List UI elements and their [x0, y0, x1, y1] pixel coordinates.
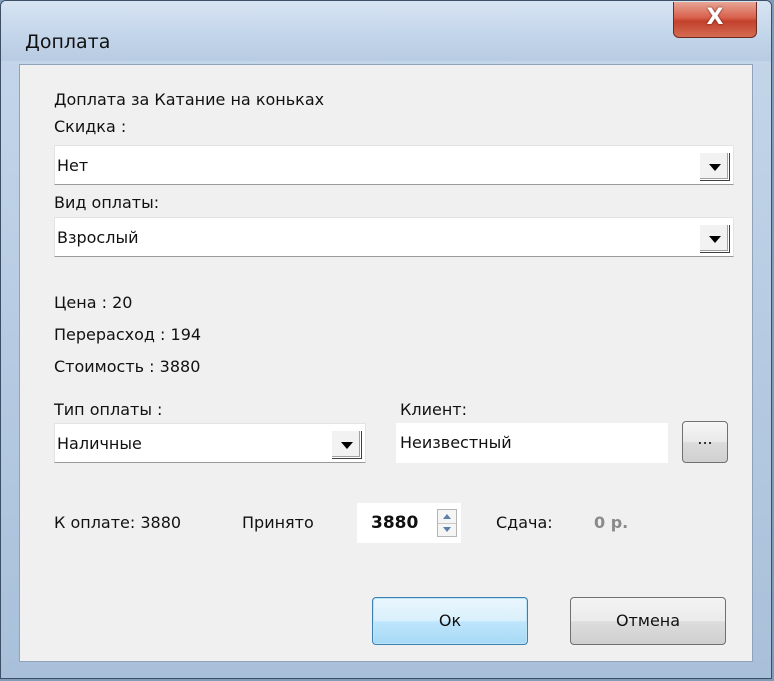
close-icon: X	[706, 5, 724, 30]
title-bar[interactable]: Доплата X	[1, 1, 771, 61]
payment-type-dropdown-button[interactable]	[331, 430, 361, 458]
change-label: Сдача:	[496, 513, 553, 532]
spin-down-button[interactable]	[438, 523, 456, 536]
change-value: 0 р.	[594, 513, 629, 532]
discount-dropdown-button[interactable]	[699, 152, 729, 180]
client-field[interactable]: Неизвестный	[396, 423, 668, 463]
payment-kind-select[interactable]: Взрослый	[54, 217, 734, 257]
payment-type-select[interactable]: Наличные	[54, 423, 366, 463]
window-title: Доплата	[25, 31, 111, 53]
arrow-up-icon	[443, 514, 451, 519]
accepted-label: Принято	[242, 513, 314, 532]
arrow-down-icon	[443, 527, 451, 532]
payment-kind-dropdown-button[interactable]	[699, 224, 729, 252]
dialog-window: Доплата X Доплата за Катание на коньках …	[0, 0, 772, 679]
header-text: Доплата за Катание на коньках	[54, 90, 325, 109]
accepted-spinner[interactable]: 3880	[357, 503, 461, 543]
client-label: Клиент:	[400, 400, 467, 419]
accepted-spin-buttons	[437, 509, 457, 537]
payment-kind-value: Взрослый	[57, 228, 139, 247]
payment-type-value: Наличные	[57, 434, 142, 453]
ok-button[interactable]: Ок	[372, 597, 528, 645]
cost-text: Стоимость : 3880	[54, 357, 201, 376]
discount-select[interactable]: Нет	[54, 145, 734, 185]
cancel-button[interactable]: Отмена	[570, 597, 726, 645]
spin-up-button[interactable]	[438, 510, 456, 524]
overuse-text: Перерасход : 194	[54, 325, 202, 344]
payment-kind-label: Вид оплаты:	[54, 193, 160, 212]
chevron-down-icon	[341, 442, 353, 449]
payment-type-label: Тип оплаты :	[54, 400, 163, 419]
close-button[interactable]: X	[673, 2, 757, 38]
discount-value: Нет	[57, 156, 89, 175]
chevron-down-icon	[709, 236, 721, 243]
client-value: Неизвестный	[400, 433, 512, 452]
chevron-down-icon	[709, 164, 721, 171]
discount-label: Скидка :	[54, 117, 127, 136]
accepted-value: 3880	[371, 513, 419, 533]
dialog-body: Доплата за Катание на коньках Скидка : Н…	[19, 64, 753, 662]
price-text: Цена : 20	[54, 293, 133, 312]
to-pay-text: К оплате: 3880	[54, 513, 182, 532]
client-browse-button[interactable]: ...	[682, 421, 728, 463]
